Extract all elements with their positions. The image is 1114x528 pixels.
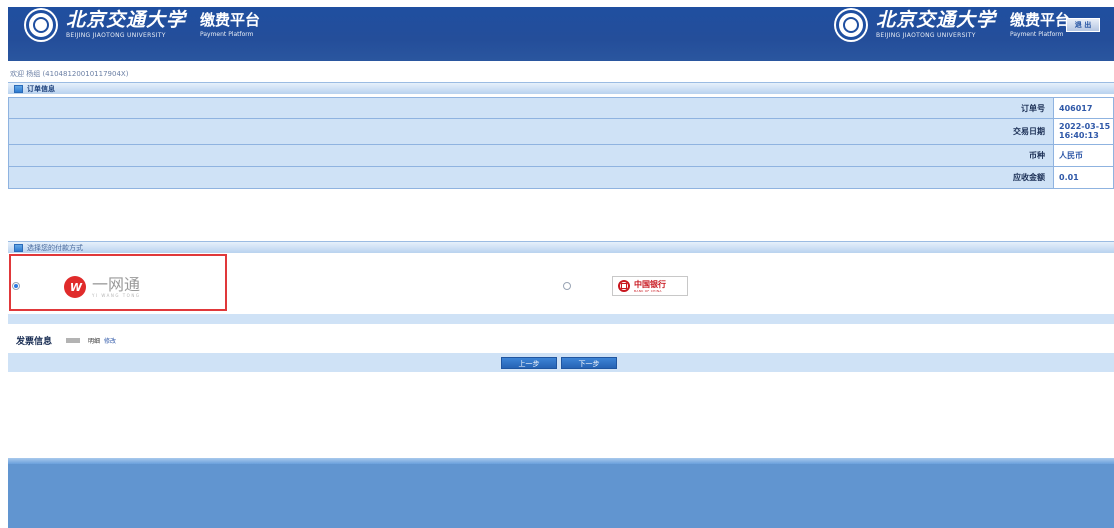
university-logo: 北京交通大学 BEIJING JIAOTONG UNIVERSITY xyxy=(66,9,186,40)
invoice-detail: 明细 xyxy=(88,338,101,345)
platform-name-en: Payment Platform xyxy=(1010,31,1064,38)
amount-due-label: 应收金额 xyxy=(9,167,1054,188)
university-seal-icon xyxy=(836,9,866,40)
university-name-en: BEIJING JIAOTONG UNIVERSITY xyxy=(876,32,976,39)
radio-boc[interactable] xyxy=(563,282,571,290)
order-table: 订单号 406017 交易日期 2022-03-15 16:40:13 币种 人… xyxy=(8,97,1114,189)
trade-date: 2022-03-15 xyxy=(1059,122,1111,131)
order-number-value: 406017 xyxy=(1054,98,1113,118)
platform-name-cn: 缴费平台 xyxy=(200,11,261,29)
payment-section-title: 选择您的付款方式 xyxy=(27,243,83,252)
payment-section-header: 选择您的付款方式 xyxy=(8,241,1114,253)
platform-name-cn: 缴费平台 xyxy=(1010,11,1071,29)
footer xyxy=(8,464,1114,528)
table-row: 币种 人民币 xyxy=(8,145,1114,167)
boc-sub: BANK OF CHINA xyxy=(634,288,662,293)
boc-option[interactable]: 中国银行 BANK OF CHINA xyxy=(612,276,688,296)
table-row: 应收金额 0.01 xyxy=(8,167,1114,189)
order-number-label: 订单号 xyxy=(9,98,1054,118)
table-row: 订单号 406017 xyxy=(8,97,1114,119)
platform-title: 缴费平台 Payment Platform xyxy=(200,10,260,39)
section-icon xyxy=(14,84,23,93)
university-logo: 北京交通大学 BEIJING JIAOTONG UNIVERSITY xyxy=(876,9,996,40)
boc-label: 中国银行 BANK OF CHINA xyxy=(634,278,666,293)
currency-label: 币种 xyxy=(9,145,1054,166)
invoice-checkbox[interactable] xyxy=(66,338,81,343)
welcome-text: 欢迎 杨组 (41048120010117904X) xyxy=(10,70,129,78)
prev-button[interactable]: 上一步 xyxy=(501,357,557,369)
platform-title: 缴费平台 Payment Platform xyxy=(1010,10,1070,39)
trade-date-value: 2022-03-15 16:40:13 xyxy=(1054,119,1113,144)
order-section-header: 订单信息 xyxy=(8,82,1114,94)
amount-due-value: 0.01 xyxy=(1054,167,1113,188)
selection-highlight xyxy=(9,254,227,311)
university-name-cn: 北京交通大学 xyxy=(66,9,187,31)
invoice-row: 发票信息 明细 修改 xyxy=(16,334,116,347)
university-name-en: BEIJING JIAOTONG UNIVERSITY xyxy=(66,32,166,39)
next-button[interactable]: 下一步 xyxy=(561,357,617,369)
divider-strip xyxy=(8,314,1114,324)
university-name-cn: 北京交通大学 xyxy=(876,9,997,31)
invoice-modify-link[interactable]: 修改 xyxy=(104,336,116,345)
platform-name-en: Payment Platform xyxy=(200,31,254,38)
boc-logo-icon xyxy=(618,280,630,292)
currency-value: 人民币 xyxy=(1054,145,1113,166)
university-seal-icon xyxy=(26,9,56,40)
order-section-title: 订单信息 xyxy=(27,84,55,93)
brand-right: 北京交通大学 BEIJING JIAOTONG UNIVERSITY 缴费平台 … xyxy=(836,9,1070,40)
trade-time: 16:40:13 xyxy=(1059,131,1099,140)
section-icon xyxy=(14,243,23,252)
brand-left: 北京交通大学 BEIJING JIAOTONG UNIVERSITY 缴费平台 … xyxy=(26,9,260,40)
table-row: 交易日期 2022-03-15 16:40:13 xyxy=(8,119,1114,145)
trade-date-label: 交易日期 xyxy=(9,119,1054,144)
payment-page: 北京交通大学 BEIJING JIAOTONG UNIVERSITY 缴费平台 … xyxy=(0,0,1114,528)
boc-name: 中国银行 xyxy=(634,278,666,289)
logout-button[interactable]: 退 出 xyxy=(1066,18,1100,32)
invoice-label: 发票信息 xyxy=(16,337,53,347)
